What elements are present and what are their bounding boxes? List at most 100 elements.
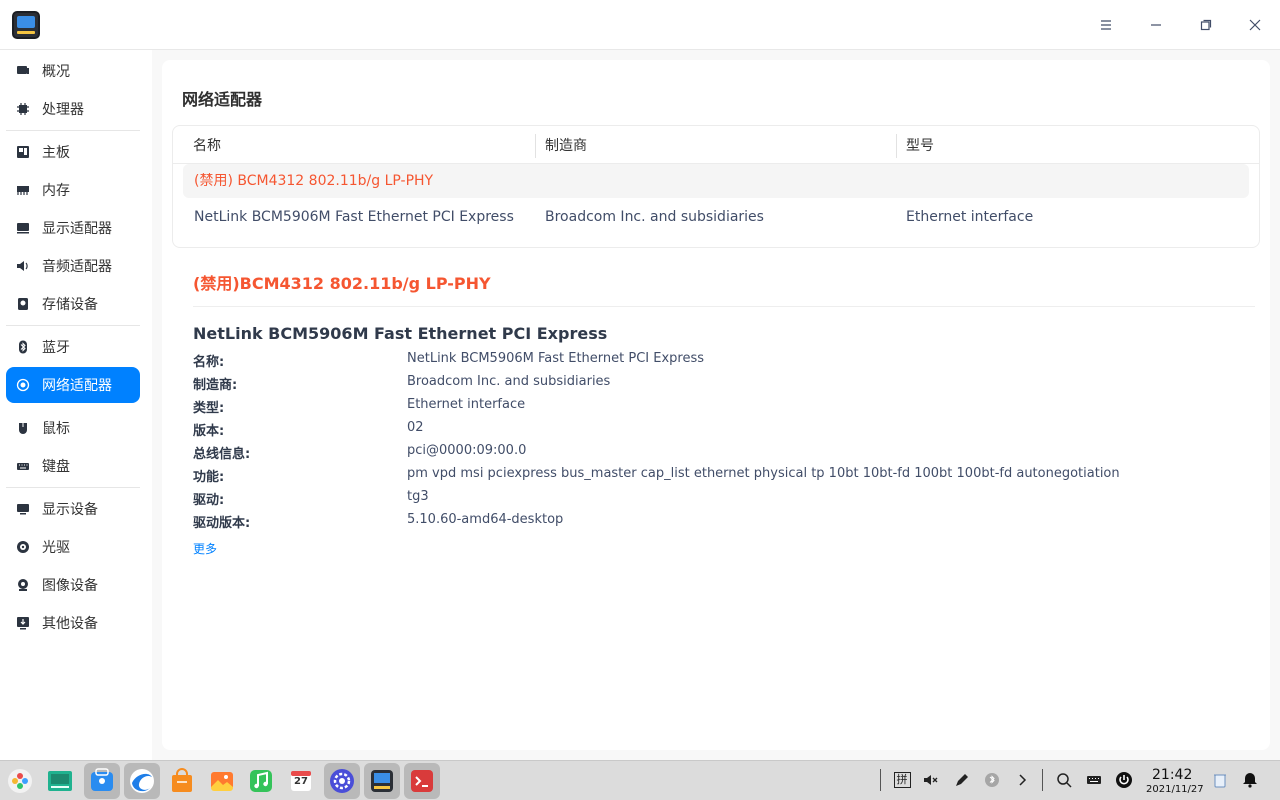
volume-muted-icon[interactable]	[920, 769, 942, 791]
camera-icon	[16, 578, 30, 592]
sidebar-item-optical-drive[interactable]: 光驱	[6, 529, 140, 565]
device-manager-icon[interactable]	[364, 763, 400, 799]
sidebar-item-label: 蓝牙	[42, 340, 70, 356]
app-store-icon[interactable]	[84, 763, 120, 799]
notification-bell-icon[interactable]	[1239, 769, 1261, 791]
column-header-model[interactable]: 型号	[906, 126, 934, 164]
sidebar-item-camera[interactable]: 图像设备	[6, 567, 140, 603]
terminal-icon[interactable]	[404, 763, 440, 799]
field-value-capabilities: pm vpd msi pciexpress bus_master cap_lis…	[407, 466, 1120, 481]
power-icon[interactable]	[1113, 769, 1135, 791]
sidebar-item-label: 音频适配器	[42, 259, 112, 275]
tray-divider	[880, 769, 881, 791]
ime-label: 拼	[893, 772, 911, 788]
menu-icon[interactable]	[1091, 10, 1121, 40]
sidebar-item-cpu[interactable]: 处理器	[6, 91, 140, 127]
pen-icon[interactable]	[951, 769, 973, 791]
table-row[interactable]: NetLink BCM5906M Fast Ethernet PCI Expre…	[183, 200, 1249, 234]
sidebar-item-label: 键盘	[42, 459, 70, 475]
sidebar-item-label: 显示设备	[42, 502, 98, 518]
settings-icon[interactable]	[324, 763, 360, 799]
music-icon[interactable]	[245, 765, 277, 797]
sidebar-item-mouse[interactable]: 鼠标	[6, 410, 140, 446]
calendar-day: 27	[294, 776, 308, 787]
column-header-name[interactable]: 名称	[193, 126, 221, 164]
sidebar-item-memory[interactable]: 内存	[6, 172, 140, 208]
field-value-type: Ethernet interface	[407, 397, 526, 412]
memory-icon	[16, 183, 30, 197]
sidebar-item-label: 图像设备	[42, 578, 98, 594]
field-value-version: 02	[407, 420, 424, 435]
clock-time[interactable]: 21:42	[1152, 767, 1192, 783]
sidebar-item-overview[interactable]: 概况	[6, 53, 140, 89]
field-label-name: 名称:	[193, 355, 225, 370]
display-adapter-icon	[16, 221, 30, 235]
sidebar-item-monitor[interactable]: 显示设备	[6, 491, 140, 527]
field-value-driver-version: 5.10.60-amd64-desktop	[407, 512, 564, 527]
device-detail-title: NetLink BCM5906M Fast Ethernet PCI Expre…	[193, 324, 608, 343]
more-link[interactable]: 更多	[193, 540, 217, 557]
sidebar-item-label: 鼠标	[42, 421, 70, 437]
sidebar-item-motherboard[interactable]: 主板	[6, 134, 140, 170]
sidebar-divider	[6, 130, 140, 131]
multitask-view-icon[interactable]	[44, 765, 76, 797]
table-row[interactable]: (禁用) BCM4312 802.11b/g LP-PHY	[183, 164, 1249, 198]
trash-icon[interactable]	[1209, 769, 1231, 791]
photos-icon[interactable]	[206, 765, 238, 797]
storage-icon	[16, 297, 30, 311]
maximize-icon[interactable]	[1191, 10, 1221, 40]
minimize-icon[interactable]	[1141, 10, 1171, 40]
clock-date[interactable]: 2021/11/27	[1146, 784, 1204, 795]
sidebar-item-audio[interactable]: 音频适配器	[6, 248, 140, 284]
optical-drive-icon	[16, 540, 30, 554]
row-model: Ethernet interface	[906, 209, 1034, 225]
page-title: 网络适配器	[182, 90, 263, 109]
browser-icon[interactable]	[124, 763, 160, 799]
field-label-version: 版本:	[193, 424, 225, 439]
column-header-vendor[interactable]: 制造商	[545, 126, 587, 164]
network-icon	[16, 378, 30, 392]
sidebar: 概况 处理器 主板 内存 显示适配器 音频适配器 存储设备 蓝牙 网络适配器 鼠…	[0, 50, 152, 760]
sidebar-item-network[interactable]: 网络适配器	[6, 367, 140, 403]
row-name: NetLink BCM5906M Fast Ethernet PCI Expre…	[194, 209, 514, 225]
cpu-icon	[16, 102, 30, 116]
field-value-driver: tg3	[407, 489, 429, 504]
device-table: 名称 制造商 型号 (禁用) BCM4312 802.11b/g LP-PHY …	[172, 125, 1260, 248]
field-value-vendor: Broadcom Inc. and subsidiaries	[407, 374, 611, 389]
sidebar-item-bluetooth[interactable]: 蓝牙	[6, 329, 140, 365]
sidebar-divider	[6, 325, 140, 326]
column-divider[interactable]	[896, 134, 897, 158]
keyboard-tray-icon[interactable]	[1083, 769, 1105, 791]
sidebar-item-label: 显示适配器	[42, 221, 112, 237]
field-label-driver-version: 驱动版本:	[193, 516, 251, 531]
field-label-vendor: 制造商:	[193, 378, 238, 393]
field-value-name: NetLink BCM5906M Fast Ethernet PCI Expre…	[407, 351, 705, 366]
sidebar-item-label: 内存	[42, 183, 70, 199]
keyboard-icon	[16, 459, 30, 473]
field-label-driver: 驱动:	[193, 493, 225, 508]
sidebar-item-display-adapter[interactable]: 显示适配器	[6, 210, 140, 246]
row-vendor: Broadcom Inc. and subsidiaries	[545, 209, 764, 225]
sidebar-item-storage[interactable]: 存储设备	[6, 286, 140, 322]
sidebar-item-keyboard[interactable]: 键盘	[6, 448, 140, 484]
sidebar-item-label: 光驱	[42, 540, 70, 556]
sidebar-item-label: 主板	[42, 145, 70, 161]
ime-icon[interactable]: 拼	[891, 769, 913, 791]
bluetooth-tray-icon[interactable]	[981, 769, 1003, 791]
calendar-icon[interactable]: 27	[285, 765, 317, 797]
motherboard-icon	[16, 145, 30, 159]
sidebar-item-label: 存储设备	[42, 297, 98, 313]
chevron-right-icon[interactable]	[1011, 769, 1033, 791]
sidebar-item-other-devices[interactable]: 其他设备	[6, 605, 140, 641]
other-devices-icon	[16, 616, 30, 630]
sidebar-item-label: 概况	[42, 64, 70, 80]
title-bar	[0, 0, 1280, 50]
close-icon[interactable]	[1240, 10, 1270, 40]
search-icon[interactable]	[1053, 769, 1075, 791]
store-bag-icon[interactable]	[166, 765, 198, 797]
sidebar-divider	[6, 487, 140, 488]
main-panel: 网络适配器 名称 制造商 型号 (禁用) BCM4312 802.11b/g L…	[162, 60, 1270, 750]
mouse-icon	[16, 421, 30, 435]
column-divider[interactable]	[535, 134, 536, 158]
launcher-icon[interactable]	[4, 765, 36, 797]
